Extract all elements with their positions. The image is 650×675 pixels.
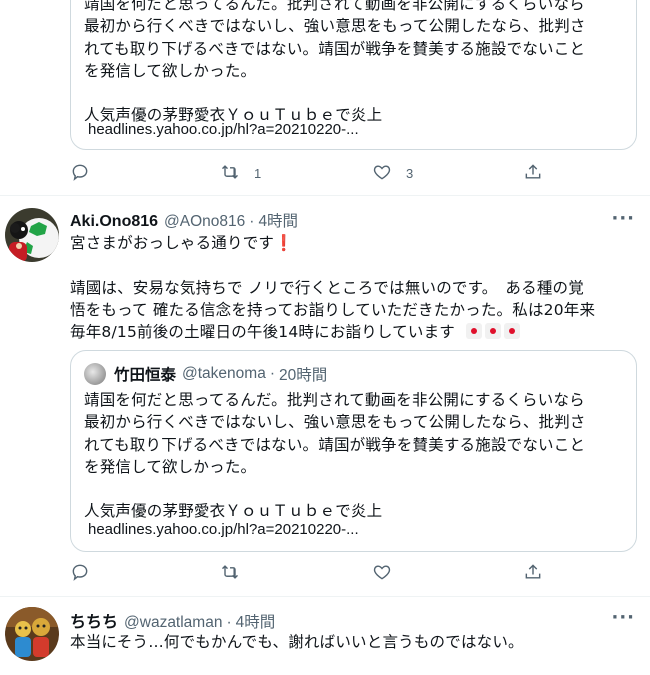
- tweet-text-line: 靖國は、安易な気持ちで ノリで行くところでは無いのです。 ある種の覚: [70, 278, 584, 297]
- quoted-text-line: れても取り下げるべきではない。靖国が戦争を賛美する施設でないこと: [84, 435, 586, 454]
- tweet-divider: [0, 596, 650, 597]
- like-button[interactable]: [372, 562, 392, 585]
- share-icon: [523, 562, 543, 585]
- tweet-first-line: 宮さまがおっしゃる通りです: [70, 234, 275, 252]
- quoted-author-handle: @takenoma: [182, 365, 266, 382]
- tweet-time[interactable]: 4時間: [258, 209, 298, 231]
- reply-icon: [70, 562, 90, 585]
- retweet-button[interactable]: [220, 562, 240, 585]
- quoted-tweet-text: 靖国を何だと思ってるんだ。批判されて動画を非公開にするくらいなら 最初から行くべ…: [84, 0, 624, 126]
- tweet-divider: [0, 195, 650, 196]
- quoted-text-line: を発信して欲しかった。: [84, 457, 257, 476]
- tweet-text-line: 悟をもって 確たる信念を持ってお詣りしていただきたかった。私は20年来: [70, 300, 596, 319]
- reply-icon: [70, 162, 90, 185]
- avatar[interactable]: [5, 208, 59, 262]
- quoted-link[interactable]: headlines.yahoo.co.jp/hl?a=20210220-...: [88, 521, 359, 538]
- quoted-author-name: 竹田恒泰: [114, 366, 177, 384]
- figurine-avatar-icon: [5, 607, 59, 661]
- time-separator: ·: [226, 614, 232, 631]
- avatar[interactable]: [5, 607, 59, 661]
- more-icon[interactable]: ···: [611, 607, 635, 628]
- quoted-text-line: 最初から行くべきではないし、強い意思をもって公開したなら、批判さ: [84, 17, 586, 36]
- like-icon: [372, 562, 392, 585]
- author-name[interactable]: Aki.Ono816: [70, 213, 158, 231]
- author-handle[interactable]: @AOno816: [164, 213, 245, 231]
- tweet-header: ちちち @wazatlaman · 4時間: [70, 608, 275, 632]
- tweet-text-line: 宮さまがおっしゃる通りです❗: [70, 232, 635, 254]
- quoted-tweet-card[interactable]: 靖国を何だと思ってるんだ。批判されて動画を非公開にするくらいなら 最初から行くべ…: [70, 0, 637, 150]
- quoted-text-line: 靖国を何だと思ってるんだ。批判されて動画を非公開にするくらいなら: [84, 0, 585, 13]
- time-separator: ·: [249, 213, 255, 230]
- quoted-link[interactable]: headlines.yahoo.co.jp/hl?a=20210220-...: [88, 121, 359, 138]
- tweet-text-line: 毎年8/15前後の土曜日の午後14時にお詣りしています: [70, 321, 635, 343]
- more-icon[interactable]: ···: [611, 208, 635, 229]
- quoted-text-line: を発信して欲しかった。: [84, 61, 257, 80]
- tweet-actions: [70, 562, 550, 586]
- time-separator: ·: [269, 365, 275, 382]
- japan-flag-icon: [504, 323, 521, 340]
- retweet-icon: [220, 162, 240, 185]
- quoted-avatar: [84, 363, 106, 385]
- quoted-tweet-header: 竹田恒泰 @takenoma · 20時間: [84, 363, 327, 385]
- tweet-time[interactable]: 4時間: [236, 610, 276, 632]
- retweet-icon: [220, 562, 240, 585]
- share-icon: [523, 162, 543, 185]
- soccer-avatar-icon: [5, 208, 59, 262]
- retweet-count: 1: [254, 166, 262, 181]
- tweet-text-line: 本当にそう…何でもかんでも、謝ればいいと言うものではない。: [70, 633, 524, 651]
- tweet-text: 本当にそう…何でもかんでも、謝ればいいと言うものではない。: [70, 631, 635, 653]
- quoted-tweet-text: 靖国を何だと思ってるんだ。批判されて動画を非公開にするくらいなら 最初から行くべ…: [84, 389, 624, 522]
- share-button[interactable]: [523, 162, 543, 185]
- author-name[interactable]: ちちち: [70, 608, 118, 632]
- quoted-text-line: れても取り下げるべきではない。靖国が戦争を賛美する施設でないこと: [84, 39, 586, 58]
- like-button[interactable]: 3: [372, 162, 413, 185]
- quoted-time: 20時間: [279, 367, 328, 384]
- japan-flag-icon: [485, 323, 502, 340]
- tweet-text: 宮さまがおっしゃる通りです❗ 靖國は、安易な気持ちで ノリで行くところでは無いの…: [70, 232, 635, 343]
- retweet-button[interactable]: 1: [220, 162, 261, 185]
- quoted-tweet-card[interactable]: 竹田恒泰 @takenoma · 20時間 靖国を何だと思ってるんだ。批判されて…: [70, 350, 637, 552]
- exclamation-emoji: ❗: [274, 234, 294, 252]
- like-count: 3: [406, 166, 414, 181]
- reply-button[interactable]: [70, 562, 90, 585]
- author-handle[interactable]: @wazatlaman: [124, 614, 222, 632]
- japan-flag-icon: [466, 323, 483, 340]
- quoted-text-line: 靖国を何だと思ってるんだ。批判されて動画を非公開にするくらいなら: [84, 391, 585, 409]
- quoted-headline: 人気声優の茅野愛衣ＹｏｕＴｕｂｅで炎上: [84, 502, 383, 521]
- quoted-text-line: 最初から行くべきではないし、強い意思をもって公開したなら、批判さ: [84, 413, 586, 432]
- like-icon: [372, 162, 392, 185]
- tweet-text-span: 毎年8/15前後の土曜日の午後14時にお詣りしています: [70, 323, 455, 342]
- share-button[interactable]: [523, 562, 543, 585]
- reply-button[interactable]: [70, 162, 90, 185]
- tweet-actions: 1 3: [70, 162, 550, 186]
- tweet-header: Aki.Ono816 @AOno816 · 4時間: [70, 209, 298, 231]
